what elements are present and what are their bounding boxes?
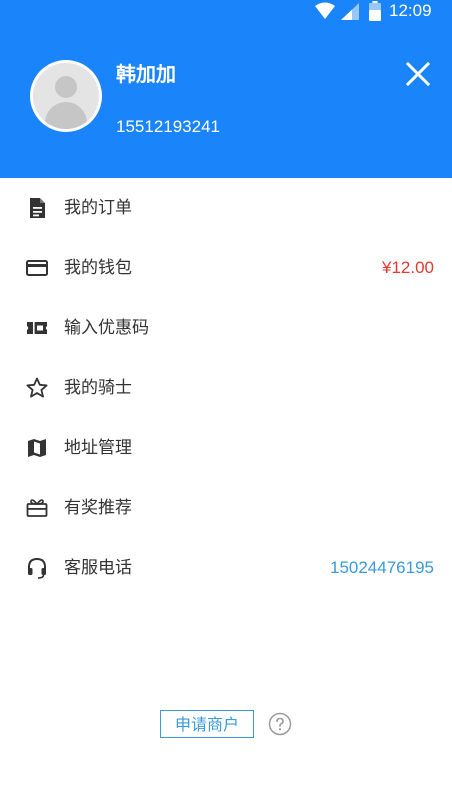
menu-item-label: 我的订单 xyxy=(64,198,132,218)
avatar-head-shape xyxy=(55,76,77,98)
drawer-menu: 我的订单 我的钱包 ¥12.00 输入优惠码 我的骑士 地址管理 有奖推荐 客服… xyxy=(0,178,452,598)
map-icon xyxy=(28,439,46,457)
menu-item-label: 客服电话 xyxy=(64,558,132,578)
user-drawer-screen: 12:09 韩加加 15512193241 我的订单 我的钱包 ¥12.00 输… xyxy=(0,0,452,798)
star-outline-icon xyxy=(26,377,48,398)
menu-item-address[interactable]: 地址管理 xyxy=(0,418,452,478)
coupon-ticket-icon xyxy=(27,322,47,334)
wallet-balance: ¥12.00 xyxy=(382,258,434,277)
menu-item-label: 我的骑士 xyxy=(64,378,132,398)
user-phone: 15512193241 xyxy=(116,117,221,136)
help-circle-icon[interactable] xyxy=(268,712,292,736)
default-avatar-icon xyxy=(33,63,99,129)
wallet-card-icon xyxy=(26,260,48,276)
profile-header: 12:09 韩加加 15512193241 xyxy=(0,0,452,178)
menu-item-rider[interactable]: 我的骑士 xyxy=(0,358,452,418)
menu-item-label: 地址管理 xyxy=(64,438,132,458)
service-phone-number[interactable]: 15024476195 xyxy=(330,555,434,581)
headset-icon xyxy=(28,557,46,579)
gift-icon xyxy=(26,499,48,517)
menu-item-referral[interactable]: 有奖推荐 xyxy=(0,478,452,538)
avatar[interactable] xyxy=(30,60,102,132)
avatar-body-shape xyxy=(45,102,87,129)
status-time: 12:09 xyxy=(389,1,432,20)
status-bar: 12:09 xyxy=(0,0,452,22)
battery-icon xyxy=(369,1,381,21)
menu-item-label: 输入优惠码 xyxy=(64,318,149,338)
menu-item-label: 我的钱包 xyxy=(64,258,132,278)
cell-signal-icon xyxy=(341,3,359,20)
wifi-icon xyxy=(315,2,335,19)
close-icon[interactable] xyxy=(402,58,434,90)
menu-item-label: 有奖推荐 xyxy=(64,498,132,518)
menu-item-orders[interactable]: 我的订单 xyxy=(0,178,452,238)
menu-item-customer-service[interactable]: 客服电话 15024476195 xyxy=(0,538,452,598)
menu-item-coupon[interactable]: 输入优惠码 xyxy=(0,298,452,358)
document-icon xyxy=(30,198,45,218)
menu-item-wallet[interactable]: 我的钱包 ¥12.00 xyxy=(0,238,452,298)
user-name: 韩加加 xyxy=(116,62,176,86)
apply-merchant-button[interactable]: 申请商户 xyxy=(160,710,254,738)
